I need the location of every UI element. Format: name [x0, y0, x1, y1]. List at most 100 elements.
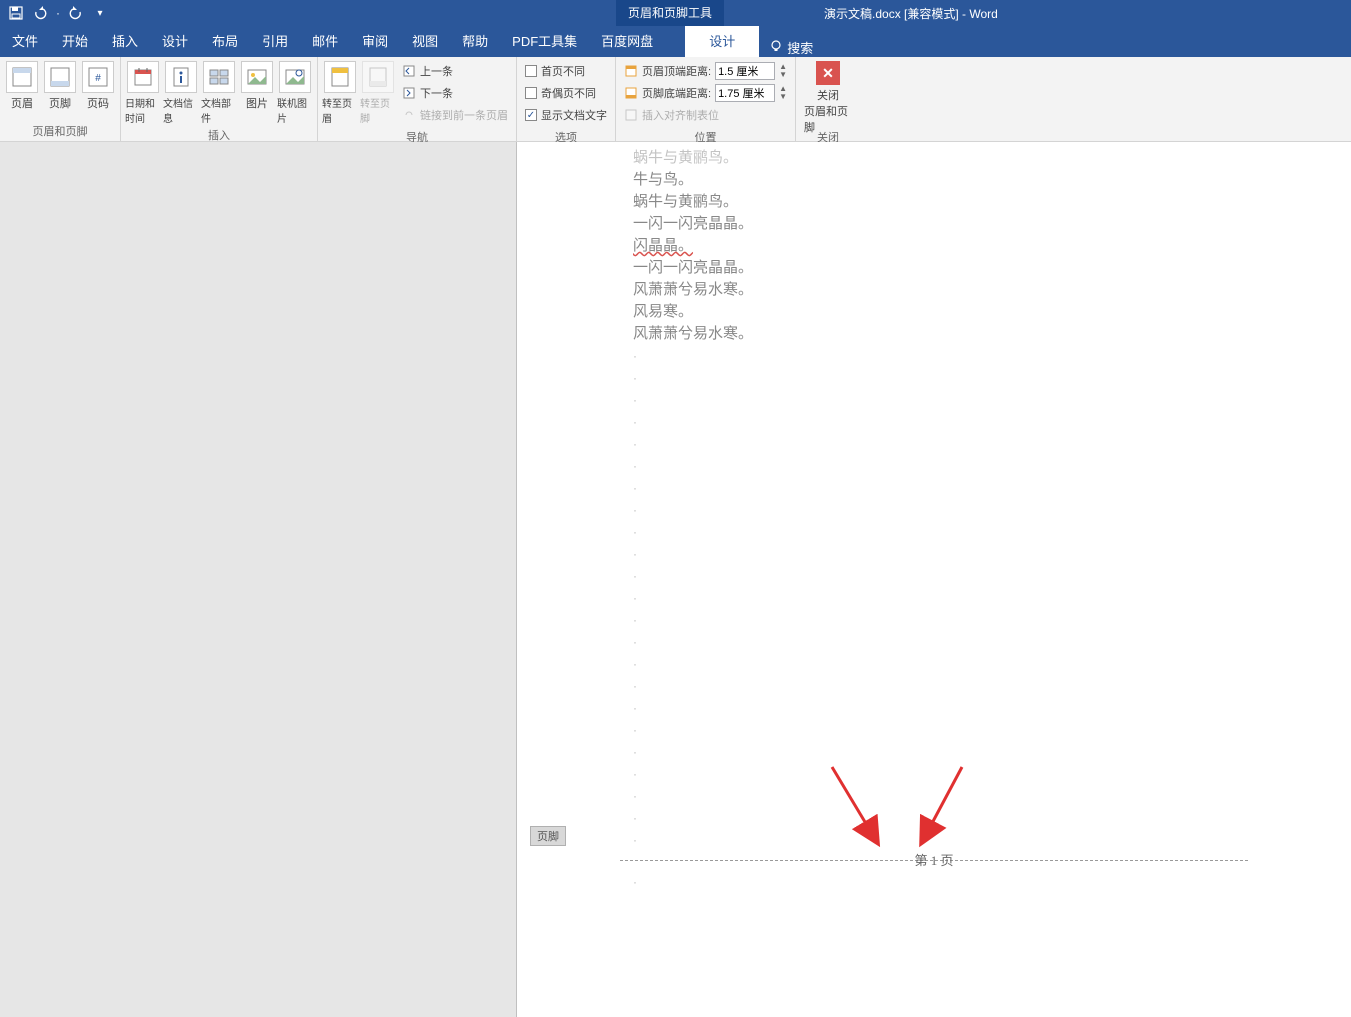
save-icon[interactable] — [8, 5, 24, 21]
paragraph-mark: · — [633, 697, 1351, 719]
close-icon: ✕ — [816, 61, 840, 85]
paragraph-mark: · — [633, 499, 1351, 521]
next-button[interactable]: 下一条 — [402, 83, 508, 103]
paragraph-mark: · — [633, 345, 1351, 367]
ribbon: 页眉 页脚 # 页码 页眉和页脚 日期和时间 文档信息 — [0, 57, 1351, 142]
header-button[interactable]: 页眉 — [4, 59, 40, 111]
header-from-top-input[interactable] — [715, 62, 775, 80]
docinfo-button[interactable]: 文档信息 — [163, 59, 199, 125]
document-title: 演示文稿.docx [兼容模式] - Word — [724, 5, 1351, 22]
tab-baidu[interactable]: 百度网盘 — [589, 26, 665, 57]
contextual-tab-label: 页眉和页脚工具 — [616, 0, 724, 26]
redo-icon[interactable] — [68, 5, 84, 21]
tab-review[interactable]: 审阅 — [350, 26, 400, 57]
tab-help[interactable]: 帮助 — [450, 26, 500, 57]
text-line: 闪晶晶。 — [633, 235, 1351, 257]
pictures-button[interactable]: 图片 — [239, 59, 275, 111]
paragraph-mark: · — [633, 653, 1351, 675]
tab-references[interactable]: 引用 — [250, 26, 300, 57]
docparts-button[interactable]: 文档部件 — [201, 59, 237, 125]
footer-position-icon — [624, 86, 638, 100]
ribbon-group-navigation: 转至页眉 转至页脚 上一条 下一条 链接到前一条页眉 — [318, 57, 517, 141]
document-page[interactable]: 蜗牛与黄鹂鸟。 牛与鸟。 蜗牛与黄鹂鸟。 一闪一闪亮晶晶。 闪晶晶。 一闪一闪亮… — [516, 142, 1351, 1017]
text-line: 蜗牛与黄鹂鸟。 — [633, 191, 1351, 213]
footer-from-bottom-row: 页脚底端距离: ▲▼ — [624, 83, 787, 103]
paragraph-mark: · — [633, 807, 1351, 829]
tab-design[interactable]: 设计 — [150, 26, 200, 57]
ribbon-group-header-footer: 页眉 页脚 # 页码 页眉和页脚 — [0, 57, 121, 141]
checkbox-icon — [525, 87, 537, 99]
close-header-footer-button[interactable]: ✕ 关闭 页眉和页脚 — [800, 59, 856, 137]
goto-header-button[interactable]: 转至页眉 — [322, 59, 358, 125]
link-previous-button: 链接到前一条页眉 — [402, 105, 508, 125]
datetime-button[interactable]: 日期和时间 — [125, 59, 161, 125]
title-bar: · ▾ 页眉和页脚工具 演示文稿.docx [兼容模式] - Word — [0, 0, 1351, 26]
paragraph-mark: · — [633, 785, 1351, 807]
footer-from-bottom-input[interactable] — [715, 84, 775, 102]
ribbon-tabs: 文件 开始 插入 设计 布局 引用 邮件 审阅 视图 帮助 PDF工具集 百度网… — [0, 26, 1351, 57]
online-pictures-button[interactable]: 联机图片 — [277, 59, 313, 125]
paragraph-mark: · — [633, 829, 1351, 851]
quick-access-toolbar: · ▾ — [0, 5, 108, 21]
background-gutter — [0, 142, 516, 1017]
different-odd-even-checkbox[interactable]: 奇偶页不同 — [525, 83, 607, 103]
paragraph-mark: · — [633, 565, 1351, 587]
next-icon — [402, 86, 416, 100]
text-line: 风萧萧兮易水寒。 — [633, 279, 1351, 301]
tab-insert[interactable]: 插入 — [100, 26, 150, 57]
tell-me-search[interactable]: 搜索 — [759, 38, 823, 57]
undo-icon[interactable] — [32, 5, 48, 21]
paragraph-mark: · — [633, 389, 1351, 411]
header-from-top-row: 页眉顶端距离: ▲▼ — [624, 61, 787, 81]
tab-header-footer-design[interactable]: 设计 — [685, 26, 759, 57]
footer-button[interactable]: 页脚 — [42, 59, 78, 111]
ribbon-group-insert: 日期和时间 文档信息 文档部件 图片 联机图片 插入 — [121, 57, 318, 141]
checkbox-icon — [525, 65, 537, 77]
text-line: 蜗牛与黄鹂鸟。 — [633, 147, 1351, 169]
different-first-page-checkbox[interactable]: 首页不同 — [525, 61, 607, 81]
paragraph-mark: · — [633, 763, 1351, 785]
spinner-icon[interactable]: ▲▼ — [779, 85, 787, 101]
show-document-text-checkbox[interactable]: ✓ 显示文档文字 — [525, 105, 607, 125]
paragraph-mark: · — [633, 609, 1351, 631]
tab-file[interactable]: 文件 — [0, 26, 50, 57]
previous-button[interactable]: 上一条 — [402, 61, 508, 81]
lightbulb-icon — [769, 39, 783, 56]
ribbon-group-close: ✕ 关闭 页眉和页脚 关闭 — [796, 57, 860, 141]
text-line: 风萧萧兮易水寒。 — [633, 323, 1351, 345]
ribbon-group-options: 首页不同 奇偶页不同 ✓ 显示文档文字 选项 — [517, 57, 616, 141]
text-line: 一闪一闪亮晶晶。 — [633, 213, 1351, 235]
spinner-icon[interactable]: ▲▼ — [779, 63, 787, 79]
checkbox-checked-icon: ✓ — [525, 109, 537, 121]
text-line: 一闪一闪亮晶晶。 — [633, 257, 1351, 279]
ribbon-group-label: 页眉和页脚 — [4, 121, 116, 141]
paragraph-mark: · — [633, 477, 1351, 499]
paragraph-mark: · — [633, 587, 1351, 609]
paragraph-mark: · — [633, 521, 1351, 543]
header-position-icon — [624, 64, 638, 78]
tab-layout[interactable]: 布局 — [200, 26, 250, 57]
tab-home[interactable]: 开始 — [50, 26, 100, 57]
search-label: 搜索 — [787, 38, 813, 57]
paragraph-mark: · — [633, 433, 1351, 455]
paragraph-mark: · — [633, 411, 1351, 433]
qat-customize-icon[interactable]: ▾ — [92, 5, 108, 21]
goto-footer-button: 转至页脚 — [360, 59, 396, 125]
tab-view[interactable]: 视图 — [400, 26, 450, 57]
paragraph-mark: · — [633, 455, 1351, 477]
svg-text:#: # — [95, 73, 101, 84]
paragraph-mark: · — [633, 367, 1351, 389]
footer-tag-label: 页脚 — [530, 826, 566, 846]
footer-page-number[interactable]: 第 1 页 — [517, 850, 1351, 869]
qat-separator: · — [56, 6, 60, 20]
align-tab-icon — [624, 108, 638, 122]
paragraph-mark: · — [633, 875, 637, 889]
paragraph-mark: · — [633, 741, 1351, 763]
page-number-button[interactable]: # 页码 — [80, 59, 116, 111]
text-line: 风易寒。 — [633, 301, 1351, 323]
paragraph-mark: · — [633, 543, 1351, 565]
document-area: 蜗牛与黄鹂鸟。 牛与鸟。 蜗牛与黄鹂鸟。 一闪一闪亮晶晶。 闪晶晶。 一闪一闪亮… — [0, 142, 1351, 1017]
insert-alignment-tab-button: 插入对齐制表位 — [624, 105, 787, 125]
tab-pdf[interactable]: PDF工具集 — [500, 26, 589, 57]
tab-mailings[interactable]: 邮件 — [300, 26, 350, 57]
